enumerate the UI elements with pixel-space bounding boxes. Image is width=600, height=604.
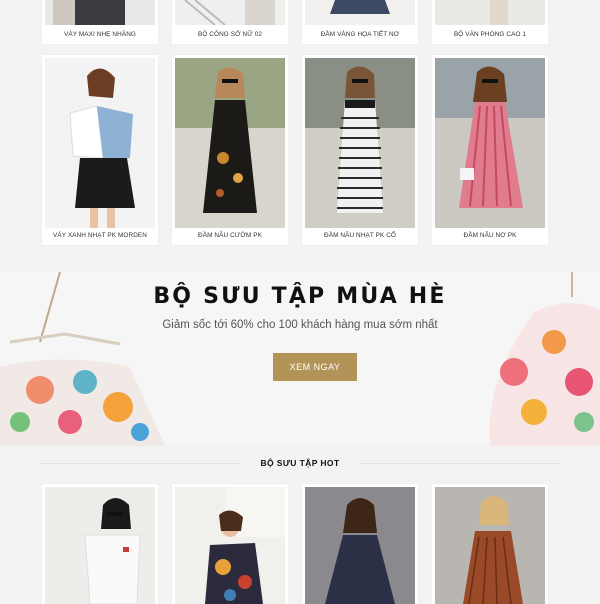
product-name[interactable]: ĐẦM NÂU CƯỜM PK [172,232,288,239]
product-card[interactable]: ĐẦM NÂU CƯỜM PK [172,55,288,245]
product-name[interactable]: BỘ CÔNG SỞ NỮ 02 [172,31,288,38]
banner-title: BỘ SƯU TẬP MÙA HÈ [153,284,447,309]
product-card[interactable]: BỘ CÔNG SỞ NỮ 02 [172,0,288,44]
product-image[interactable] [305,58,415,228]
product-name[interactable]: ĐẦM NÂU NHẠT PK CỔ [302,232,418,239]
product-image[interactable] [175,0,285,25]
product-name[interactable]: ĐẦM VÀNG HỌA TIẾT NƠ [302,31,418,38]
product-image[interactable] [175,58,285,228]
product-image[interactable] [435,0,545,25]
shop-now-button[interactable]: XEM NGAY [273,353,357,381]
product-card[interactable]: ĐẦM VÀNG HỌA TIẾT NƠ [302,0,418,44]
product-image[interactable] [45,487,155,604]
product-name[interactable]: VÁY XANH NHẠT PK MORDEN [42,232,158,239]
product-image[interactable] [305,0,415,25]
product-card[interactable]: BỘ VĂN PHÒNG CAO 1 [432,0,548,44]
product-card[interactable] [432,484,548,604]
product-card[interactable] [172,484,288,604]
product-image[interactable] [45,58,155,228]
product-card[interactable] [302,484,418,604]
product-image[interactable] [45,0,155,25]
hot-collection-title: BỘ SƯU TẬP HOT [260,458,340,468]
product-card[interactable]: ĐẦM NÂU NƠ PK [432,55,548,245]
banner-subtitle: Giảm sốc tới 60% cho 100 khách hàng mua … [162,319,438,331]
product-image[interactable] [435,58,545,228]
promo-banner: BỘ SƯU TẬP MÙA HÈ Giảm sốc tới 60% cho 1… [0,272,600,446]
product-name[interactable]: VÁY MAXI NHẸ NHÀNG [42,31,158,38]
product-image[interactable] [175,487,285,604]
product-image[interactable] [435,487,545,604]
product-card[interactable]: VÁY XANH NHẠT PK MORDEN [42,55,158,245]
product-card[interactable]: ĐẦM NÂU NHẠT PK CỔ [302,55,418,245]
product-image[interactable] [305,487,415,604]
product-card[interactable]: VÁY MAXI NHẸ NHÀNG [42,0,158,44]
product-card[interactable] [42,484,158,604]
product-name[interactable]: ĐẦM NÂU NƠ PK [432,232,548,239]
product-name[interactable]: BỘ VĂN PHÒNG CAO 1 [432,31,548,38]
